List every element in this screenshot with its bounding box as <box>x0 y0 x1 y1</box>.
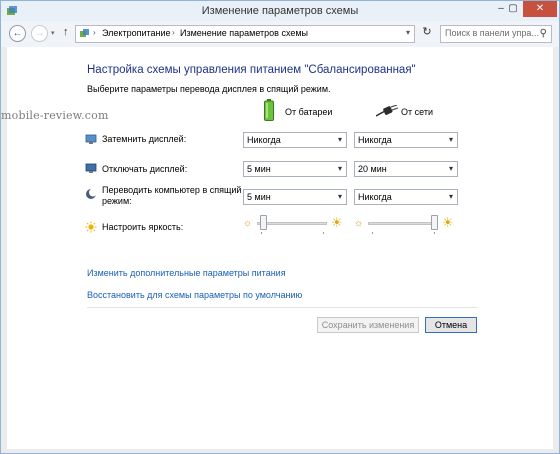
restore-defaults-link[interactable]: Восстановить для схемы параметры по умол… <box>87 290 302 300</box>
slider-tick <box>261 232 262 234</box>
back-button[interactable]: ← <box>9 25 26 42</box>
dim-icon: ☼ <box>354 218 364 229</box>
search-placeholder: Поиск в панели упра... <box>445 28 539 38</box>
sleep-ac-select[interactable]: Никогда ▾ <box>354 189 458 205</box>
address-bar[interactable]: › Электропитание › Изменение параметров … <box>75 25 415 43</box>
brightness-label: Настроить яркость: <box>102 222 184 232</box>
slider-tick <box>372 232 373 234</box>
brightness-sun-icon <box>85 221 97 233</box>
chevron-down-icon: ▾ <box>448 192 453 201</box>
cancel-button[interactable]: Отмена <box>425 317 477 333</box>
window-title: Изменение параметров схемы <box>201 5 359 17</box>
selected-value: 5 мин <box>247 164 271 174</box>
control-panel-icon <box>80 29 89 37</box>
divider <box>87 307 477 308</box>
refresh-button[interactable]: ↻ <box>419 25 435 43</box>
navigation-bar: ← → ▾ ↑ › Электропитание › Изменение пар… <box>1 21 559 47</box>
bright-icon: ☀ <box>442 215 454 230</box>
selected-value: Никогда <box>247 135 281 145</box>
slider-thumb[interactable] <box>431 215 438 230</box>
page-title: Настройка схемы управления питанием "Сба… <box>87 64 416 76</box>
battery-icon <box>264 99 274 121</box>
breadcrumb-separator: › <box>172 28 175 37</box>
breadcrumb-power-options[interactable]: Электропитание <box>102 28 171 38</box>
dim-display-ac-select[interactable]: Никогда ▾ <box>354 132 458 148</box>
turn-off-display-ac-select[interactable]: 20 мин ▾ <box>354 161 458 177</box>
battery-column-header: От батареи <box>285 107 333 117</box>
breadcrumb-edit-plan[interactable]: Изменение параметров схемы <box>180 28 308 38</box>
breadcrumb-separator: › <box>93 28 96 37</box>
title-bar: Изменение параметров схемы – ▢ ✕ <box>1 1 559 21</box>
ac-column-header: От сети <box>401 107 433 117</box>
dim-display-icon <box>85 134 97 144</box>
close-button[interactable]: ✕ <box>523 1 557 17</box>
chevron-down-icon: ▾ <box>448 135 453 144</box>
maximize-button[interactable]: ▢ <box>503 1 523 17</box>
turn-off-display-battery-select[interactable]: 5 мин ▾ <box>243 161 347 177</box>
brightness-battery-slider[interactable]: ☼ ☀ <box>243 215 343 234</box>
settings-window: Изменение параметров схемы – ▢ ✕ ← → ▾ ↑… <box>0 0 560 454</box>
address-dropdown-arrow[interactable]: ▾ <box>406 28 410 37</box>
selected-value: Никогда <box>358 135 392 145</box>
chevron-down-icon: ▾ <box>337 164 342 173</box>
chevron-down-icon: ▾ <box>448 164 453 173</box>
plug-icon <box>376 105 398 117</box>
selected-value: Никогда <box>358 192 392 202</box>
search-input[interactable]: Поиск в панели упра... ⚲ <box>440 25 552 43</box>
slider-tick <box>434 232 435 234</box>
slider-thumb[interactable] <box>260 215 268 230</box>
slider-tick <box>323 232 324 234</box>
selected-value: 20 мин <box>358 164 387 174</box>
sleep-label: Переводить компьютер в спящий режим: <box>102 185 242 206</box>
dim-display-label: Затемнить дисплей: <box>102 134 187 144</box>
turn-off-display-label: Отключать дисплей: <box>102 164 188 174</box>
advanced-settings-link[interactable]: Изменить дополнительные параметры питани… <box>87 268 286 278</box>
save-changes-button[interactable]: Сохранить изменения <box>317 317 419 333</box>
turn-off-display-icon <box>85 163 97 173</box>
chevron-down-icon: ▾ <box>337 135 342 144</box>
sleep-moon-icon <box>86 188 97 199</box>
dim-icon: ☼ <box>243 218 253 229</box>
slider-track[interactable] <box>368 222 438 225</box>
watermark: mobile-review.com <box>1 109 109 122</box>
selected-value: 5 мин <box>247 192 271 202</box>
forward-button[interactable]: → <box>31 25 48 42</box>
bright-icon: ☀ <box>331 215 343 230</box>
up-button[interactable]: ↑ <box>63 26 69 38</box>
dim-display-battery-select[interactable]: Никогда ▾ <box>243 132 347 148</box>
main-content: Настройка схемы управления питанием "Сба… <box>7 47 553 449</box>
recent-locations-dropdown[interactable]: ▾ <box>51 29 55 37</box>
sleep-battery-select[interactable]: 5 мин ▾ <box>243 189 347 205</box>
brightness-ac-slider[interactable]: ☼ ☀ <box>354 215 454 234</box>
page-subtitle: Выберите параметры перевода дисплея в сп… <box>87 84 331 94</box>
chevron-down-icon: ▾ <box>337 192 342 201</box>
slider-track[interactable] <box>257 222 327 225</box>
search-icon[interactable]: ⚲ <box>540 28 547 39</box>
